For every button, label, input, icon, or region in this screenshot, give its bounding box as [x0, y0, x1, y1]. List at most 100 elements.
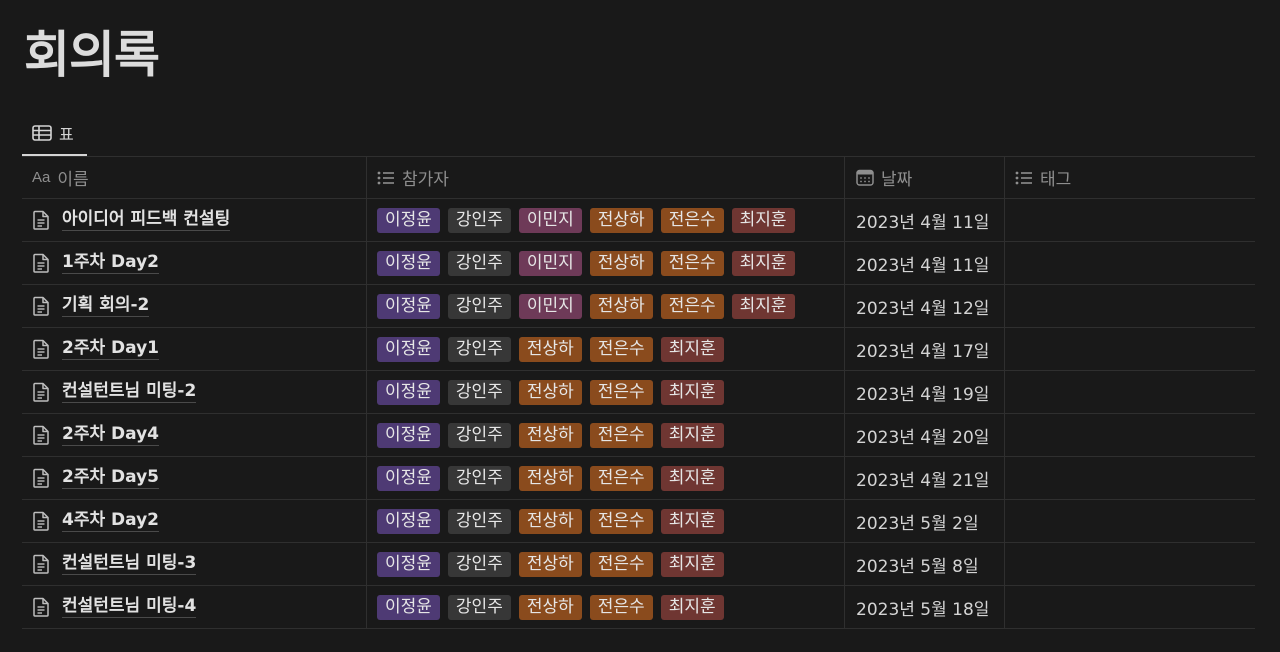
page-link[interactable]: 2주차 Day5 — [32, 467, 159, 489]
participant-tags: 이정윤 강인주 전상하 전은수 최지훈 — [377, 508, 724, 534]
document-icon — [32, 382, 52, 402]
page-name[interactable]: 1주차 Day2 — [62, 252, 159, 274]
page-name[interactable]: 2주차 Day1 — [62, 338, 159, 360]
page-link[interactable]: 2주차 Day4 — [32, 424, 159, 446]
table-row[interactable]: 2주차 Day4 이정윤 강인주 전상하 전은수 최지훈 2023년 4월 20일 — [22, 414, 1255, 457]
cell-tags[interactable] — [1005, 500, 1255, 542]
cell-tags[interactable] — [1005, 285, 1255, 327]
cell-participants[interactable]: 이정윤 강인주 전상하 전은수 최지훈 — [367, 500, 845, 542]
page-name[interactable]: 2주차 Day5 — [62, 467, 159, 489]
cell-date[interactable]: 2023년 4월 19일 — [845, 371, 1005, 413]
cell-tags[interactable] — [1005, 457, 1255, 499]
participant-tag: 강인주 — [447, 336, 511, 362]
page-name[interactable]: 컨설턴트님 미팅-2 — [62, 381, 197, 403]
table-row[interactable]: 2주차 Day5 이정윤 강인주 전상하 전은수 최지훈 2023년 4월 21일 — [22, 457, 1255, 500]
page-link[interactable]: 아이디어 피드백 컨설팅 — [32, 209, 231, 231]
cell-date[interactable]: 2023년 4월 11일 — [845, 242, 1005, 284]
page-link[interactable]: 1주차 Day2 — [32, 252, 159, 274]
list-icon — [377, 171, 395, 185]
table-row[interactable]: 컨설턴트님 미팅-2 이정윤 강인주 전상하 전은수 최지훈 2023년 4월 19일 — [22, 371, 1255, 414]
participant-tag: 이정윤 — [377, 594, 440, 620]
cell-tags[interactable] — [1005, 543, 1255, 585]
tab-table-view[interactable]: 표 — [22, 112, 87, 156]
participant-tag: 이민지 — [518, 250, 582, 276]
cell-date[interactable]: 2023년 4월 17일 — [845, 328, 1005, 370]
cell-participants[interactable]: 이정윤 강인주 전상하 전은수 최지훈 — [367, 414, 845, 456]
table-row[interactable]: 기획 회의-2 이정윤 강인주 이민지 전상하 전은수 최지훈 2023년 4월 12일 — [22, 285, 1255, 328]
cell-participants[interactable]: 이정윤 강인주 전상하 전은수 최지훈 — [367, 586, 845, 628]
page-link[interactable]: 컨설턴트님 미팅-3 — [32, 553, 197, 575]
column-header-name[interactable]: Aa 이름 — [22, 157, 367, 198]
page-name[interactable]: 2주차 Day4 — [62, 424, 159, 446]
participant-tags: 이정윤 강인주 이민지 전상하 전은수 최지훈 — [377, 207, 795, 233]
table-row[interactable]: 아이디어 피드백 컨설팅 이정윤 강인주 이민지 전상하 전은수 최지훈 2023년 4월 1… — [22, 199, 1255, 242]
cell-name: 컨설턴트님 미팅-3 — [22, 543, 367, 585]
cell-participants[interactable]: 이정윤 강인주 전상하 전은수 최지훈 — [367, 328, 845, 370]
participant-tag: 이정윤 — [377, 379, 440, 405]
participant-tag: 전은수 — [589, 508, 653, 534]
participant-tags: 이정윤 강인주 전상하 전은수 최지훈 — [377, 465, 724, 491]
page-link[interactable]: 컨설턴트님 미팅-2 — [32, 381, 197, 403]
participant-tag: 이정윤 — [377, 508, 440, 534]
table-row[interactable]: 컨설턴트님 미팅-4 이정윤 강인주 전상하 전은수 최지훈 2023년 5월 18일 — [22, 586, 1255, 629]
column-header-label: 날짜 — [881, 170, 913, 190]
page-link[interactable]: 4주차 Day2 — [32, 510, 159, 532]
page-name[interactable]: 기획 회의-2 — [62, 295, 150, 317]
cell-date[interactable]: 2023년 5월 2일 — [845, 500, 1005, 542]
cell-tags[interactable] — [1005, 586, 1255, 628]
table-row[interactable]: 컨설턴트님 미팅-3 이정윤 강인주 전상하 전은수 최지훈 2023년 5월 8일 — [22, 543, 1255, 586]
page-link[interactable]: 기획 회의-2 — [32, 295, 150, 317]
cell-date[interactable]: 2023년 4월 12일 — [845, 285, 1005, 327]
column-header-date[interactable]: 날짜 — [845, 157, 1005, 198]
column-header-tags[interactable]: 태그 — [1005, 157, 1255, 198]
page-name[interactable]: 컨설턴트님 미팅-4 — [62, 596, 197, 618]
list-icon — [1015, 171, 1033, 185]
participant-tag: 전상하 — [589, 250, 653, 276]
cell-date[interactable]: 2023년 4월 20일 — [845, 414, 1005, 456]
page-name[interactable]: 컨설턴트님 미팅-3 — [62, 553, 197, 575]
participant-tag: 전상하 — [589, 207, 653, 233]
document-icon — [32, 296, 52, 316]
cell-participants[interactable]: 이정윤 강인주 전상하 전은수 최지훈 — [367, 371, 845, 413]
cell-participants[interactable]: 이정윤 강인주 이민지 전상하 전은수 최지훈 — [367, 285, 845, 327]
cell-date[interactable]: 2023년 5월 18일 — [845, 586, 1005, 628]
page-name[interactable]: 아이디어 피드백 컨설팅 — [62, 209, 231, 231]
text-property-icon: Aa — [32, 169, 51, 186]
cell-participants[interactable]: 이정윤 강인주 이민지 전상하 전은수 최지훈 — [367, 242, 845, 284]
participant-tags: 이정윤 강인주 전상하 전은수 최지훈 — [377, 594, 724, 620]
participant-tag: 최지훈 — [660, 336, 724, 362]
table-row[interactable]: 4주차 Day2 이정윤 강인주 전상하 전은수 최지훈 2023년 5월 2일 — [22, 500, 1255, 543]
participant-tag: 전상하 — [518, 379, 582, 405]
participant-tag: 이정윤 — [377, 293, 440, 319]
cell-tags[interactable] — [1005, 242, 1255, 284]
cell-tags[interactable] — [1005, 371, 1255, 413]
cell-date[interactable]: 2023년 4월 21일 — [845, 457, 1005, 499]
participant-tag: 최지훈 — [731, 207, 795, 233]
cell-participants[interactable]: 이정윤 강인주 이민지 전상하 전은수 최지훈 — [367, 199, 845, 241]
cell-name: 2주차 Day1 — [22, 328, 367, 370]
cell-name: 아이디어 피드백 컨설팅 — [22, 199, 367, 241]
table-row[interactable]: 1주차 Day2 이정윤 강인주 이민지 전상하 전은수 최지훈 2023년 4월 11일 — [22, 242, 1255, 285]
page-link[interactable]: 컨설턴트님 미팅-4 — [32, 596, 197, 618]
date-value: 2023년 5월 18일 — [856, 599, 990, 620]
page-link[interactable]: 2주차 Day1 — [32, 338, 159, 360]
participant-tag: 강인주 — [447, 207, 511, 233]
participant-tag: 전은수 — [589, 336, 653, 362]
date-value: 2023년 4월 19일 — [856, 384, 990, 405]
table-header-row: Aa 이름 참가자 날짜 태그 — [22, 157, 1255, 199]
cell-participants[interactable]: 이정윤 강인주 전상하 전은수 최지훈 — [367, 543, 845, 585]
cell-date[interactable]: 2023년 5월 8일 — [845, 543, 1005, 585]
table-row[interactable]: 2주차 Day1 이정윤 강인주 전상하 전은수 최지훈 2023년 4월 17일 — [22, 328, 1255, 371]
cell-participants[interactable]: 이정윤 강인주 전상하 전은수 최지훈 — [367, 457, 845, 499]
cell-date[interactable]: 2023년 4월 11일 — [845, 199, 1005, 241]
cell-tags[interactable] — [1005, 199, 1255, 241]
participant-tag: 최지훈 — [660, 551, 724, 577]
participant-tag: 이정윤 — [377, 551, 440, 577]
cell-tags[interactable] — [1005, 414, 1255, 456]
date-value: 2023년 4월 17일 — [856, 341, 990, 362]
participant-tags: 이정윤 강인주 전상하 전은수 최지훈 — [377, 551, 724, 577]
column-header-participants[interactable]: 참가자 — [367, 157, 845, 198]
participant-tag: 강인주 — [447, 551, 511, 577]
page-name[interactable]: 4주차 Day2 — [62, 510, 159, 532]
cell-tags[interactable] — [1005, 328, 1255, 370]
